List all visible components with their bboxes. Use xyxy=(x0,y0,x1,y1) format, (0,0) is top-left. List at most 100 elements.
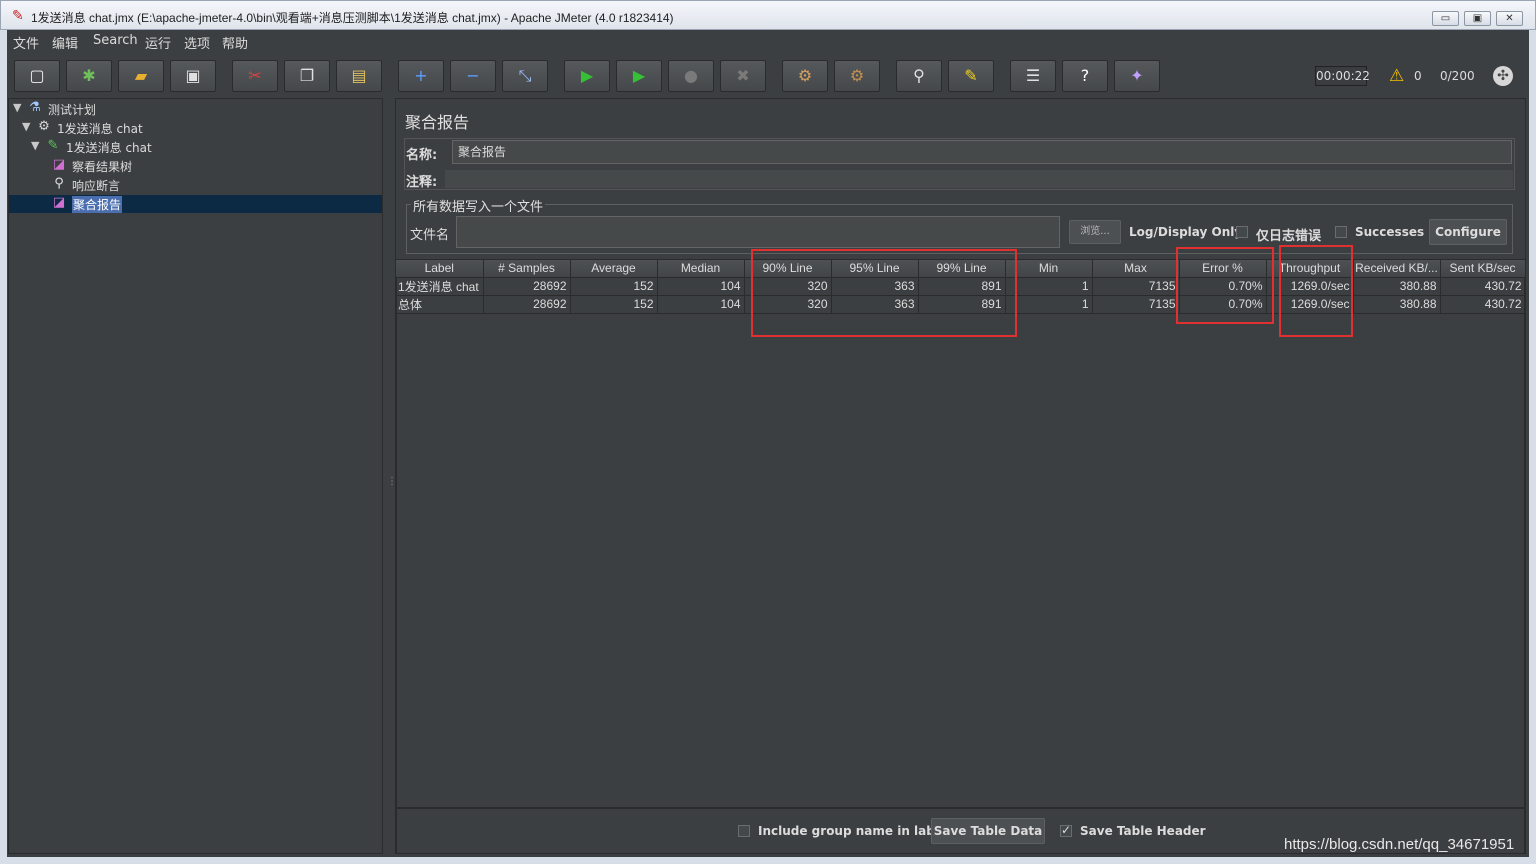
column-header[interactable]: Min xyxy=(1005,260,1093,278)
save-button[interactable]: ▣ xyxy=(170,60,216,92)
browse-button[interactable]: 浏览... xyxy=(1069,220,1121,244)
column-header[interactable]: Median xyxy=(657,260,745,278)
tree-node-icon: ◪ xyxy=(52,157,66,172)
errors-only-label: 仅日志错误 xyxy=(1256,229,1322,244)
elapsed-timer: 00:00:22 xyxy=(1315,66,1370,86)
shutdown-icon: ✖ xyxy=(736,66,750,85)
copy-button[interactable]: ❐ xyxy=(284,60,330,92)
remote-status-icon[interactable]: ✣ xyxy=(1493,66,1513,86)
toolbar: ▢ ✱ ▰ ▣ ✂ ❐ ▤ + − ⤡ ▶ ▶ ● ✖ ⚙ ⚙ ⚲ ✎ ☰? ✦ xyxy=(7,52,1529,100)
stop-button[interactable]: ● xyxy=(668,60,714,92)
jmeter-feather-icon: ✎ xyxy=(12,8,24,24)
warning-icon[interactable]: ⚠ xyxy=(1389,66,1404,86)
include-group-checkbox[interactable] xyxy=(738,825,750,837)
test-plan-tree: ▼ ⚗ 测试计划 ▼ ⚙ 1发送消息 chat ▼ ✎ 1发送消息 chat ◪ 察看结果树 ⚲ 响应断… xyxy=(8,98,383,854)
paste-button[interactable]: ▤ xyxy=(336,60,382,92)
log-display-only-label: Log/Display Only: xyxy=(1129,225,1247,239)
clear-all-icon: ⚙ xyxy=(849,66,865,85)
start-no-pauses-button[interactable]: ▶ xyxy=(616,60,662,92)
include-group-label: Include group name in label? xyxy=(758,824,955,838)
menu-file[interactable]: 文件 xyxy=(13,33,39,52)
expand-arrow-icon[interactable]: ▼ xyxy=(31,139,39,152)
clear-button[interactable]: ⚙ xyxy=(782,60,828,92)
tree-node[interactable]: ◪ 察看结果树 xyxy=(9,157,382,175)
highlight-percentile-columns xyxy=(751,249,1017,337)
remote-button[interactable]: ✦ xyxy=(1114,60,1160,92)
expand-icon: + xyxy=(414,66,428,85)
expand-arrow-icon[interactable]: ▼ xyxy=(22,120,30,133)
collapse-button[interactable]: − xyxy=(450,60,496,92)
toggle-button[interactable]: ⤡ xyxy=(502,60,548,92)
expand-arrow-icon[interactable]: ▼ xyxy=(13,101,21,114)
menu-options[interactable]: 选项 xyxy=(184,33,210,52)
function-helper-button[interactable]: ☰ xyxy=(1010,60,1056,92)
configure-button[interactable]: Configure xyxy=(1429,219,1507,245)
start-button[interactable]: ▶ xyxy=(564,60,610,92)
save-table-data-button[interactable]: Save Table Data xyxy=(931,818,1045,844)
tree-node[interactable]: ▼ ⚙ 1发送消息 chat xyxy=(9,119,382,137)
tree-node-label: 测试计划 xyxy=(48,103,97,117)
reset-search-button[interactable]: ✎ xyxy=(948,60,994,92)
name-input[interactable]: 聚合报告 xyxy=(452,140,1512,164)
table-cell: 430.72 xyxy=(1440,295,1526,314)
column-header[interactable]: # Samples xyxy=(483,260,571,278)
results-table-area xyxy=(396,259,1525,808)
tree-node-label: 1发送消息 chat xyxy=(57,122,143,136)
new-button[interactable]: ▢ xyxy=(14,60,60,92)
menu-run[interactable]: 运行 xyxy=(145,33,171,52)
remote-icon: ✦ xyxy=(1130,66,1144,85)
menu-bar: 文件 编辑 Search 运行 选项 帮助 xyxy=(7,30,1529,52)
column-header[interactable]: Label xyxy=(396,260,484,278)
save-table-header-checkbox[interactable] xyxy=(1060,823,1072,837)
expand-button[interactable]: + xyxy=(398,60,444,92)
table-cell: 1 xyxy=(1005,295,1093,314)
start-no-pauses-icon: ▶ xyxy=(632,66,646,85)
tree-node[interactable]: ⚲ 响应断言 xyxy=(9,176,382,194)
tree-node[interactable]: ▼ ⚗ 测试计划 xyxy=(9,100,382,118)
successes-checkbox[interactable] xyxy=(1335,226,1347,238)
close-button[interactable]: ✕ xyxy=(1496,11,1523,26)
filename-input[interactable] xyxy=(456,216,1060,248)
table-cell: 104 xyxy=(657,295,745,314)
search-icon: ⚲ xyxy=(913,66,925,85)
warning-count: 0 xyxy=(1414,69,1422,83)
errors-only-checkbox[interactable] xyxy=(1236,226,1248,238)
menu-help[interactable]: 帮助 xyxy=(222,33,248,52)
tree-node-icon: ✎ xyxy=(47,138,59,153)
table-cell: 总体 xyxy=(396,295,484,314)
column-header[interactable]: Max xyxy=(1092,260,1180,278)
tree-node-icon: ⚙ xyxy=(38,119,50,134)
successes-label: Successes xyxy=(1355,225,1425,239)
help-button[interactable]: ? xyxy=(1062,60,1108,92)
shutdown-button[interactable]: ✖ xyxy=(720,60,766,92)
column-header[interactable]: Average xyxy=(570,260,658,278)
tree-node-label: 响应断言 xyxy=(72,179,121,193)
table-cell: 104 xyxy=(657,277,745,296)
menu-search[interactable]: Search xyxy=(93,33,138,48)
comment-input[interactable] xyxy=(445,170,1513,188)
open-button[interactable]: ▰ xyxy=(118,60,164,92)
cut-button[interactable]: ✂ xyxy=(232,60,278,92)
file-group-legend: 所有数据写入一个文件 xyxy=(411,196,546,215)
split-pane-divider[interactable]: ⋮ xyxy=(384,98,397,854)
clear-all-button[interactable]: ⚙ xyxy=(834,60,880,92)
templates-button[interactable]: ✱ xyxy=(66,60,112,92)
table-cell: 152 xyxy=(570,295,658,314)
tree-node-label: 聚合报告 xyxy=(72,196,123,213)
menu-edit[interactable]: 编辑 xyxy=(52,33,78,52)
tree-node[interactable]: ▼ ✎ 1发送消息 chat xyxy=(9,138,382,156)
cut-icon: ✂ xyxy=(248,66,262,85)
tree-node[interactable]: ◪ 聚合报告 xyxy=(9,195,382,213)
column-header[interactable]: Received KB/... xyxy=(1353,260,1441,278)
highlight-error-column xyxy=(1176,247,1274,324)
tree-node-icon: ⚗ xyxy=(29,100,41,115)
clear-icon: ⚙ xyxy=(797,66,813,85)
column-header[interactable]: Sent KB/sec xyxy=(1440,260,1526,278)
function-helper-icon: ☰ xyxy=(1025,66,1041,85)
maximize-button[interactable]: ▣ xyxy=(1464,11,1491,26)
minimize-button[interactable]: ▭ xyxy=(1432,11,1459,26)
tree-node-icon: ⚲ xyxy=(54,176,64,191)
start-icon: ▶ xyxy=(580,66,594,85)
search-button[interactable]: ⚲ xyxy=(896,60,942,92)
panel-title: 聚合报告 xyxy=(405,113,470,132)
